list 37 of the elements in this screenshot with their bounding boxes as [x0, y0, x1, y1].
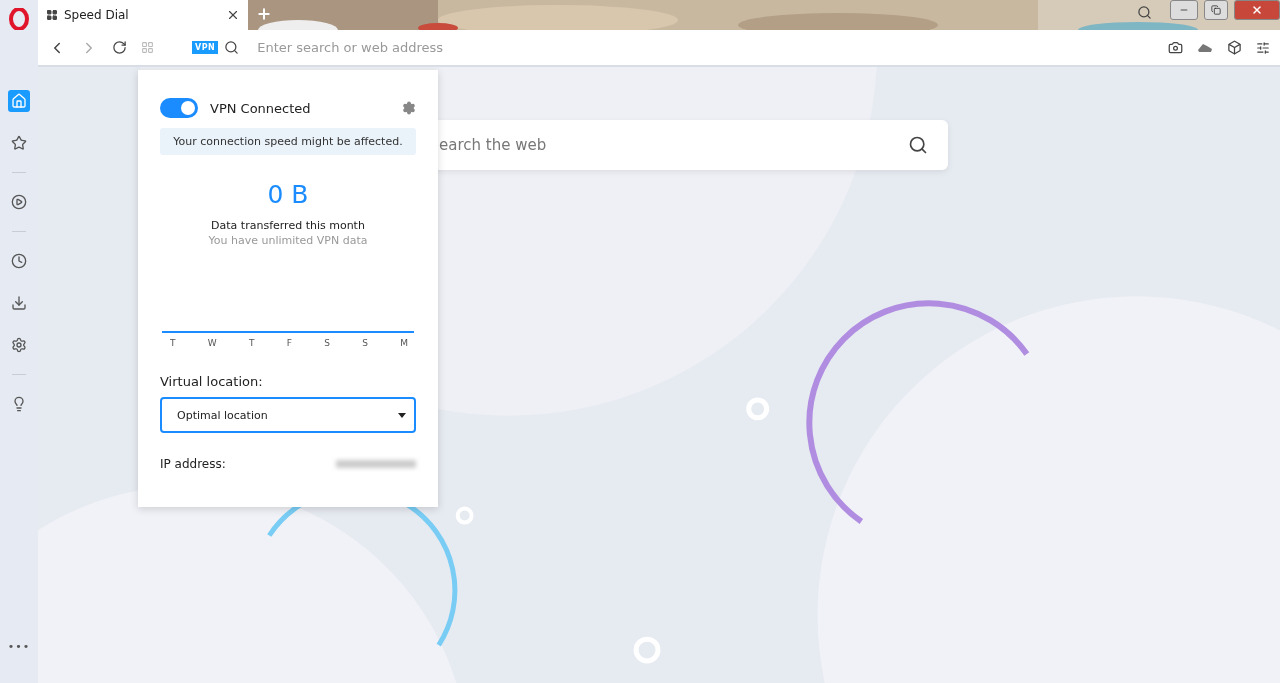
home-icon[interactable] — [8, 90, 30, 112]
more-button[interactable]: ••• — [7, 640, 31, 653]
minimize-button[interactable] — [1170, 0, 1198, 20]
grid-icon — [46, 9, 58, 21]
search-icon[interactable] — [908, 135, 928, 155]
day-label: F — [286, 338, 292, 348]
dropdown-caret-icon — [398, 412, 406, 418]
day-label: S — [324, 338, 330, 348]
restore-button[interactable] — [1204, 0, 1228, 20]
address-field[interactable]: Enter search or web address — [253, 40, 1154, 55]
settings-icon[interactable] — [402, 101, 416, 115]
day-label: W — [207, 338, 217, 348]
vpn-status: VPN Connected — [210, 100, 312, 116]
day-label: M — [400, 338, 408, 348]
search-icon[interactable] — [1137, 5, 1152, 20]
day-label: S — [362, 338, 368, 348]
settings-sliders-icon[interactable] — [1256, 40, 1270, 55]
day-label: T — [170, 338, 176, 348]
vpn-toggle[interactable] — [160, 98, 198, 118]
close-icon[interactable] — [226, 8, 240, 22]
close-icon — [1251, 4, 1263, 16]
close-button[interactable] — [1234, 0, 1280, 20]
reload-icon[interactable] — [112, 40, 127, 55]
browser-tab[interactable]: Speed Dial — [38, 0, 248, 30]
search-icon — [224, 40, 240, 55]
restore-icon — [1211, 5, 1221, 15]
day-label: T — [248, 338, 255, 348]
data-label: Data transferred this month — [210, 219, 366, 232]
data-note: You have unlimited VPN data — [207, 234, 369, 247]
camera-icon[interactable] — [1168, 40, 1183, 55]
location-dropdown[interactable]: Optimal location — [160, 397, 416, 433]
opera-logo-icon[interactable] — [8, 8, 30, 30]
location-label: Virtual location: — [160, 374, 264, 389]
cube-icon[interactable] — [1227, 40, 1242, 55]
ip-label: IP address: — [160, 457, 226, 471]
notice-banner: Your connection speed might be affected. — [160, 128, 416, 155]
data-amount: 0 B — [266, 180, 310, 209]
